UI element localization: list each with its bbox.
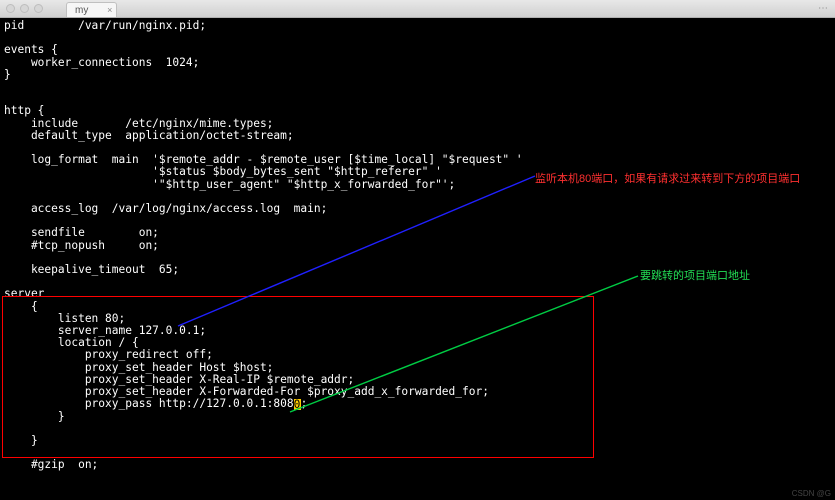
window-overflow-icon[interactable]: ⋯ bbox=[818, 3, 831, 14]
config-line bbox=[4, 447, 831, 459]
config-line: sendfile on; bbox=[4, 227, 831, 239]
config-line: access_log /var/log/nginx/access.log mai… bbox=[4, 203, 831, 215]
config-line: include /etc/nginx/mime.types; bbox=[4, 118, 831, 130]
config-line: worker_connections 1024; bbox=[4, 57, 831, 69]
terminal-viewport[interactable]: pid /var/run/nginx.pid; events { worker_… bbox=[0, 18, 835, 500]
traffic-light-min[interactable] bbox=[20, 4, 29, 13]
config-line: http { bbox=[4, 105, 831, 117]
tab-title: my bbox=[75, 5, 88, 16]
traffic-light-max[interactable] bbox=[34, 4, 43, 13]
config-line: server bbox=[4, 288, 831, 300]
config-line bbox=[4, 32, 831, 44]
config-line: proxy_redirect off; bbox=[4, 349, 831, 361]
window-titlebar: my × ⋯ bbox=[0, 0, 835, 18]
config-line: { bbox=[4, 301, 831, 313]
annotation-listen-port: 监听本机80端口，如果有请求过来转到下方的项目端口 bbox=[535, 170, 800, 186]
config-line: } bbox=[4, 411, 831, 423]
config-line: } bbox=[4, 435, 831, 447]
config-line: } bbox=[4, 69, 831, 81]
annotation-proxy-target: 要跳转的项目端口地址 bbox=[640, 267, 750, 283]
traffic-light-close[interactable] bbox=[6, 4, 15, 13]
config-line: pid /var/run/nginx.pid; bbox=[4, 20, 831, 32]
config-line: default_type application/octet-stream; bbox=[4, 130, 831, 142]
config-line: #gzip on; bbox=[4, 459, 831, 471]
config-line bbox=[4, 81, 831, 93]
config-line: events { bbox=[4, 44, 831, 56]
tab-my[interactable]: my × bbox=[66, 2, 117, 17]
config-line bbox=[4, 93, 831, 105]
terminal-cursor: 0 bbox=[294, 399, 301, 410]
config-line bbox=[4, 423, 831, 435]
close-icon[interactable]: × bbox=[107, 4, 112, 17]
config-line-proxy-pass: proxy_pass http://127.0.0.1:8080; bbox=[4, 398, 831, 410]
watermark: CSDN @G bbox=[792, 489, 831, 498]
config-line: #tcp_nopush on; bbox=[4, 240, 831, 252]
